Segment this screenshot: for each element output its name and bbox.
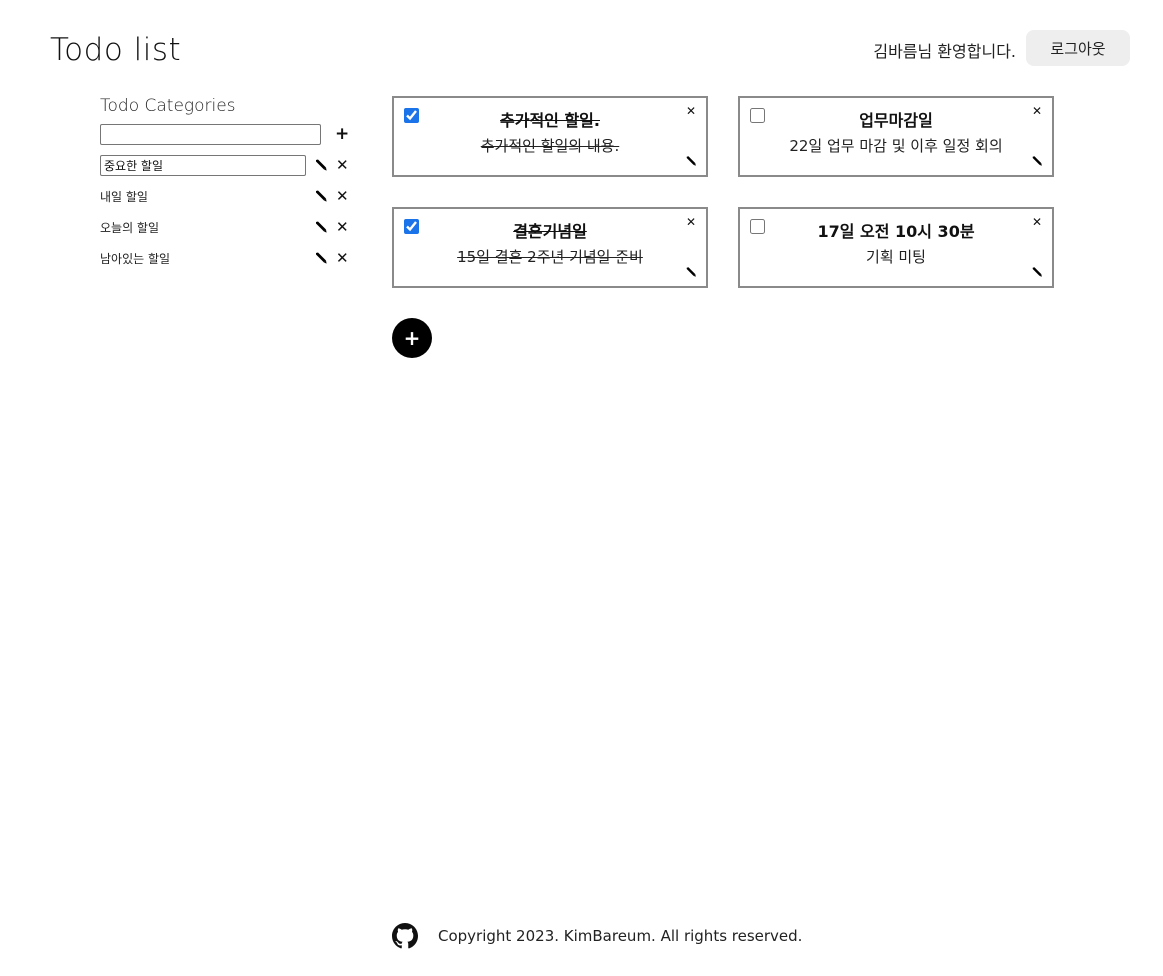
todo-body: 추가적인 할일의 내용. bbox=[480, 137, 620, 155]
edit-todo-icon[interactable] bbox=[1031, 155, 1043, 167]
edit-pencil-icon[interactable] bbox=[314, 220, 328, 234]
copyright-text: Copyright 2023. KimBareum. All rights re… bbox=[438, 927, 803, 945]
todo-card: 결혼기념일 15일 결혼 2주년 기념일 준비 ✕ bbox=[392, 207, 708, 288]
delete-category-icon[interactable]: ✕ bbox=[336, 186, 349, 206]
edit-todo-icon[interactable] bbox=[1031, 266, 1043, 278]
todo-checkbox[interactable] bbox=[750, 108, 765, 123]
add-todo-button[interactable]: + bbox=[392, 318, 432, 358]
category-edit-input[interactable] bbox=[100, 155, 306, 176]
edit-pencil-icon[interactable] bbox=[314, 158, 328, 172]
category-item: 내일 할일 ✕ bbox=[100, 186, 360, 217]
category-item: 오늘의 할일 ✕ bbox=[100, 217, 360, 248]
add-category-icon[interactable]: + bbox=[335, 124, 349, 144]
category-label[interactable]: 내일 할일 bbox=[100, 188, 148, 205]
delete-category-icon[interactable]: ✕ bbox=[336, 155, 349, 175]
todo-app: Todo list 김바름님 환영합니다. 로그아웃 Todo Categori… bbox=[0, 0, 1163, 976]
delete-todo-icon[interactable]: ✕ bbox=[1032, 104, 1042, 118]
github-icon[interactable] bbox=[392, 923, 418, 949]
todo-checkbox[interactable] bbox=[404, 108, 419, 123]
category-label[interactable]: 오늘의 할일 bbox=[100, 219, 159, 236]
category-sidebar: Todo Categories + ✕ 내일 할일 ✕ 오늘의 할일 ✕ 남 bbox=[100, 96, 360, 279]
todo-title: 17일 오전 10시 30분 bbox=[817, 222, 975, 241]
sidebar-title: Todo Categories bbox=[100, 96, 236, 116]
new-category-row: + bbox=[100, 124, 360, 148]
delete-category-icon[interactable]: ✕ bbox=[336, 248, 349, 268]
delete-todo-icon[interactable]: ✕ bbox=[686, 104, 696, 118]
category-list: ✕ 내일 할일 ✕ 오늘의 할일 ✕ 남아있는 할일 ✕ bbox=[100, 155, 360, 279]
todo-card: 17일 오전 10시 30분 기획 미팅 ✕ bbox=[738, 207, 1054, 288]
todo-title: 업무마감일 bbox=[859, 111, 933, 130]
todo-checkbox[interactable] bbox=[404, 219, 419, 234]
delete-todo-icon[interactable]: ✕ bbox=[686, 215, 696, 229]
logout-button[interactable]: 로그아웃 bbox=[1026, 30, 1130, 66]
delete-category-icon[interactable]: ✕ bbox=[336, 217, 349, 237]
todo-checkbox[interactable] bbox=[750, 219, 765, 234]
category-item: 남아있는 할일 ✕ bbox=[100, 248, 360, 279]
category-item: ✕ bbox=[100, 155, 360, 186]
todo-title: 결혼기념일 bbox=[513, 222, 587, 241]
delete-todo-icon[interactable]: ✕ bbox=[1032, 215, 1042, 229]
todo-title: 추가적인 할일. bbox=[500, 111, 600, 130]
todo-body: 15일 결혼 2주년 기념일 준비 bbox=[457, 248, 643, 266]
todo-card: 업무마감일 22일 업무 마감 및 이후 일정 회의 ✕ bbox=[738, 96, 1054, 177]
todo-body: 기획 미팅 bbox=[866, 248, 926, 266]
edit-todo-icon[interactable] bbox=[685, 155, 697, 167]
todo-card: 추가적인 할일. 추가적인 할일의 내용. ✕ bbox=[392, 96, 708, 177]
welcome-message: 김바름님 환영합니다. bbox=[873, 42, 1016, 61]
edit-todo-icon[interactable] bbox=[685, 266, 697, 278]
todo-body: 22일 업무 마감 및 이후 일정 회의 bbox=[789, 137, 1003, 155]
category-label[interactable]: 남아있는 할일 bbox=[100, 250, 170, 267]
edit-pencil-icon[interactable] bbox=[314, 251, 328, 265]
page-title: Todo list bbox=[50, 32, 182, 68]
edit-pencil-icon[interactable] bbox=[314, 189, 328, 203]
new-category-input[interactable] bbox=[100, 124, 321, 145]
